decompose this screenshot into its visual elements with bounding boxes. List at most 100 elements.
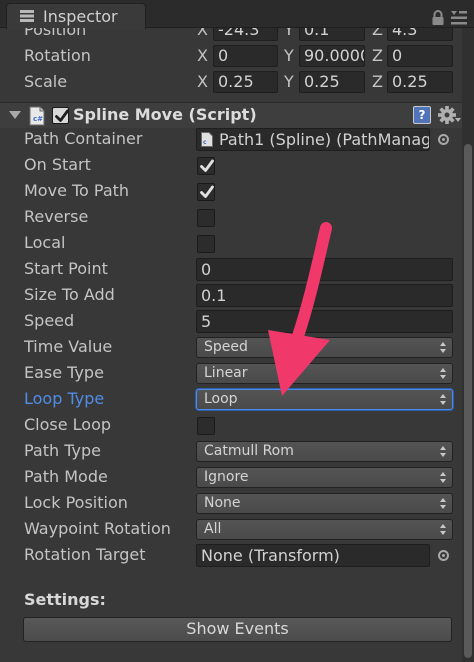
component-enabled-checkbox[interactable] [52,107,69,124]
axis-x-label[interactable]: X [197,46,208,65]
component-header[interactable]: c# Spline Move (Script) ? [0,102,474,128]
local-checkbox[interactable] [197,235,215,253]
rotation-y-field[interactable]: 90.0000 [299,45,365,67]
waypoint-rotation-selected: All [204,521,222,537]
dropdown-arrows-icon [440,446,446,457]
path-mode-selected: Ignore [204,469,249,485]
component-title: Spline Move (Script) [73,105,257,124]
lock-icon[interactable] [431,10,445,26]
gear-icon[interactable] [437,105,461,127]
reverse-label: Reverse [24,207,89,226]
dropdown-arrows-icon [440,394,446,405]
scale-y-field[interactable]: 0.25 [299,71,365,93]
reverse-row: Reverse [0,205,474,231]
axis-x-label[interactable]: X [197,28,208,39]
rotation-x-field[interactable]: 0 [213,45,278,67]
local-row: Local [0,231,474,257]
on-start-row: On Start [0,153,474,179]
dropdown-arrows-icon [440,342,446,353]
size-to-add-field[interactable]: 0.1 [196,284,453,307]
path-type-selected: Catmull Rom [204,443,294,459]
on-start-checkbox[interactable] [197,157,215,175]
dropdown-arrows-icon [440,472,446,483]
reverse-checkbox[interactable] [197,209,215,227]
ease-type-row: Ease Type Linear [0,361,474,387]
path-type-label: Path Type [24,441,101,460]
vertical-scrollbar[interactable] [462,28,474,662]
position-label: Position [24,28,87,39]
lock-position-dropdown[interactable]: None [196,493,453,514]
time-value-selected: Speed [204,339,248,355]
path-type-row: Path Type Catmull Rom [0,439,474,465]
axis-y-label[interactable]: Y [284,46,294,65]
script-file-icon: c# [29,106,45,126]
show-events-button[interactable]: Show Events [23,617,452,642]
waypoint-rotation-dropdown[interactable]: All [196,519,453,540]
start-point-label: Start Point [24,259,108,278]
position-x-field[interactable]: -24.3 [213,28,278,41]
loop-type-label: Loop Type [24,389,105,408]
rotation-z-field[interactable]: 0 [387,45,453,67]
axis-z-label[interactable]: Z [372,46,383,65]
loop-type-row: Loop Type Loop [0,387,474,413]
position-row: Position X -24.3 Y 0.1 Z 4.3 [0,28,474,44]
ease-type-dropdown[interactable]: Linear [196,363,453,384]
axis-z-label[interactable]: Z [372,28,383,39]
foldout-arrow-icon[interactable] [9,111,21,119]
dropdown-arrows-icon [440,498,446,509]
time-value-row: Time Value Speed [0,335,474,361]
svg-text:c#: c# [33,115,43,123]
local-label: Local [24,233,66,252]
object-picker-icon[interactable] [438,550,449,561]
axis-x-label[interactable]: X [197,72,208,91]
scale-label: Scale [24,72,68,91]
lock-position-selected: None [204,495,241,511]
scrollbar-thumb[interactable] [464,144,472,658]
size-to-add-row: Size To Add 0.1 [0,283,474,309]
path-mode-label: Path Mode [24,467,108,486]
scale-row: Scale X 0.25 Y 0.25 Z 0.25 [0,70,474,96]
axis-y-label[interactable]: Y [284,72,294,91]
svg-text:c: c [203,139,207,146]
close-loop-row: Close Loop [0,413,474,439]
window-tab-bar: Inspector [0,0,474,29]
position-z-field[interactable]: 4.3 [387,28,453,41]
position-y-field[interactable]: 0.1 [299,28,365,41]
loop-type-dropdown[interactable]: Loop [196,389,453,410]
object-picker-icon[interactable] [438,134,449,145]
path-container-value: Path1 (Spline) (PathManager) [219,130,429,149]
rotation-row: Rotation X 0 Y 90.0000 Z 0 [0,44,474,70]
path-type-dropdown[interactable]: Catmull Rom [196,441,453,462]
ease-type-selected: Linear [204,365,248,381]
speed-field[interactable]: 5 [196,310,453,333]
rotation-target-label: Rotation Target [24,545,146,564]
ease-type-label: Ease Type [24,363,104,382]
path-mode-dropdown[interactable]: Ignore [196,467,453,488]
axis-z-label[interactable]: Z [372,72,383,91]
path-mode-row: Path Mode Ignore [0,465,474,491]
path-container-row: Path Container c Path1 (Spline) (PathMan… [0,127,474,153]
speed-row: Speed 5 [0,309,474,335]
time-value-label: Time Value [24,337,113,356]
help-icon[interactable]: ? [413,106,431,124]
settings-heading: Settings: [24,590,106,609]
menu-icon[interactable] [451,11,467,25]
size-to-add-label: Size To Add [24,285,115,304]
tab-label: Inspector [43,7,118,26]
rotation-target-field[interactable]: None (Transform) [196,544,430,567]
checkmark-icon [200,159,214,172]
move-to-path-checkbox[interactable] [197,183,215,201]
inspector-icon [20,10,34,22]
lock-position-row: Lock Position None [0,491,474,517]
start-point-field[interactable]: 0 [196,258,453,281]
time-value-dropdown[interactable]: Speed [196,337,453,358]
move-to-path-label: Move To Path [24,181,130,200]
path-container-field[interactable]: c Path1 (Spline) (PathManager) [196,128,430,151]
tab-inspector[interactable]: Inspector [6,3,146,29]
axis-y-label[interactable]: Y [284,28,294,39]
dropdown-arrows-icon [440,524,446,535]
close-loop-checkbox[interactable] [197,417,215,435]
on-start-label: On Start [24,155,91,174]
scale-z-field[interactable]: 0.25 [387,71,453,93]
scale-x-field[interactable]: 0.25 [213,71,278,93]
